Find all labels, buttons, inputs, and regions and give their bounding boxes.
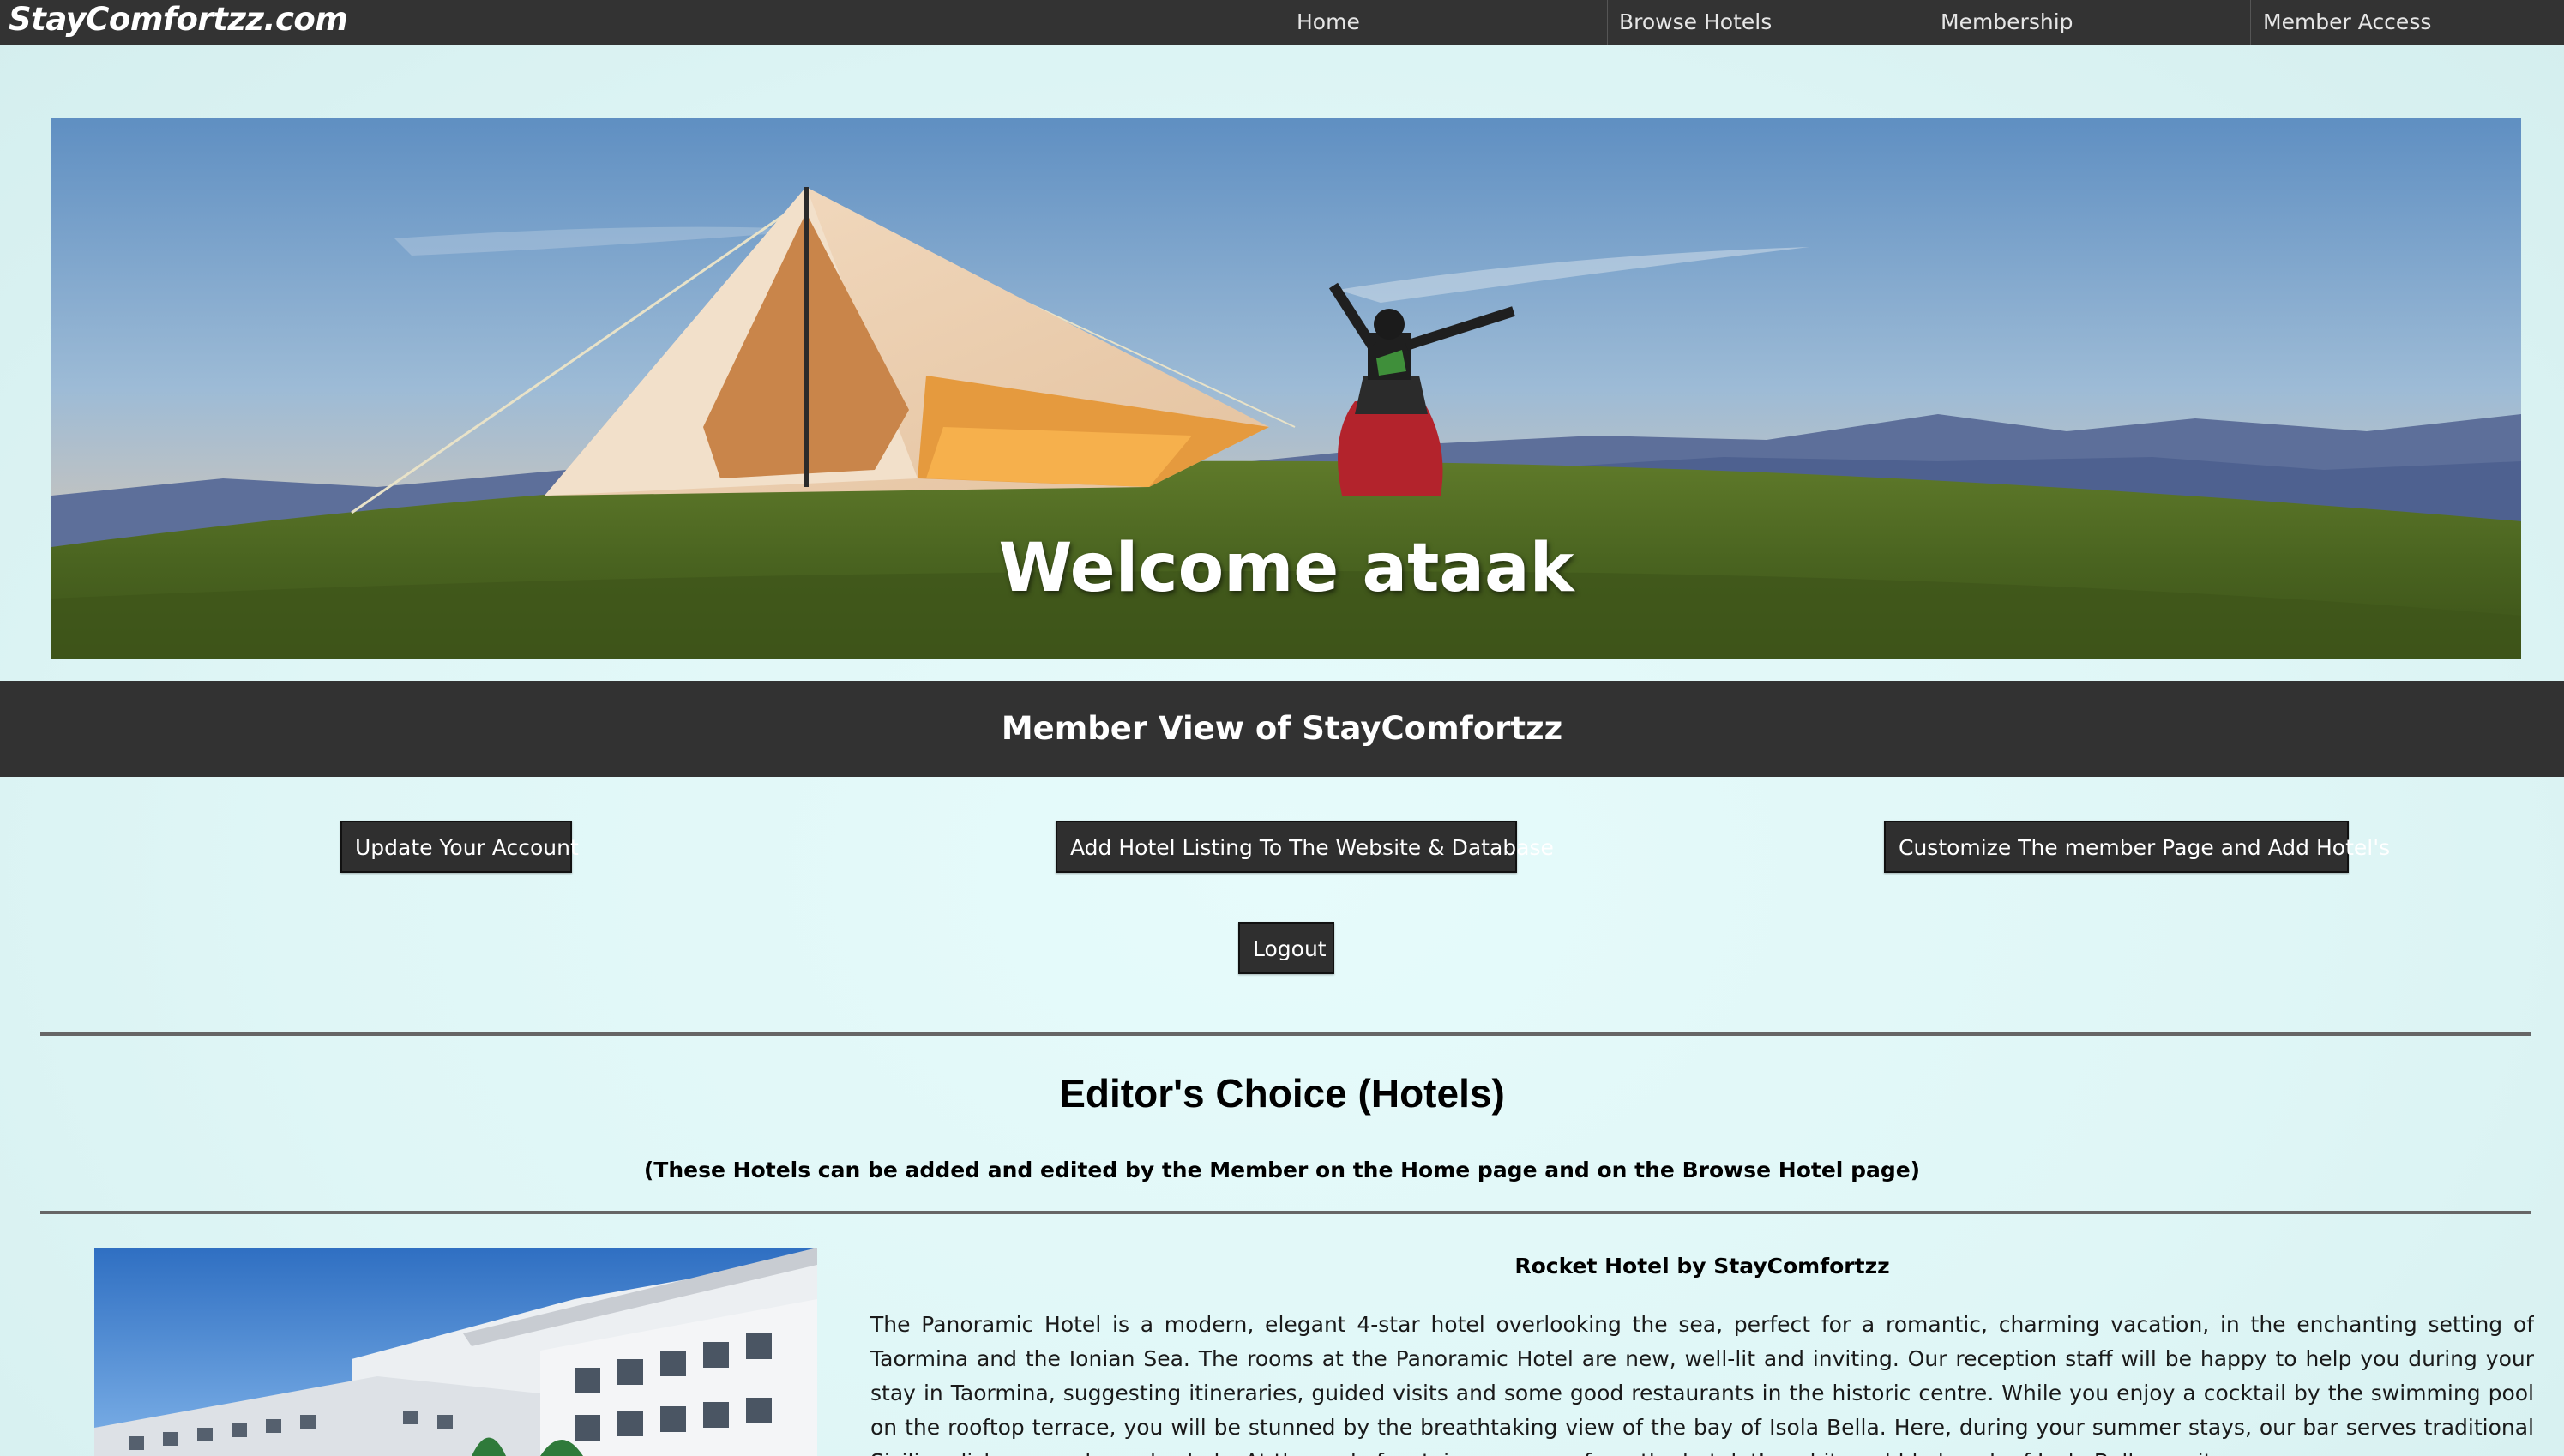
nav-item-member-access[interactable]: Member Access bbox=[2263, 0, 2431, 45]
logout-button[interactable]: Logout bbox=[1238, 922, 1334, 974]
hotel-image bbox=[94, 1248, 817, 1456]
editors-choice-subtitle: (These Hotels can be added and edited by… bbox=[643, 1158, 1921, 1182]
customize-member-page-button[interactable]: Customize The member Page and Add Hotel'… bbox=[1884, 821, 2390, 873]
add-hotel-listing-button[interactable]: Add Hotel Listing To The Website & Datab… bbox=[1056, 821, 1554, 873]
hotel-description: The Panoramic Hotel is a modern, elegant… bbox=[870, 1312, 2534, 1456]
hotel-building-image bbox=[94, 1248, 817, 1456]
editors-choice-title: Editor's Choice (Hotels) bbox=[1059, 1071, 1505, 1116]
member-view-bar: Member View of StayComfortzz bbox=[0, 681, 2564, 777]
update-account-button[interactable]: Update Your Account bbox=[340, 821, 579, 873]
top-navbar: StayComfortzz.com Home Browse Hotels Mem… bbox=[0, 0, 2564, 45]
hero-banner: Welcome ataak bbox=[51, 118, 2521, 659]
divider bbox=[40, 1032, 2531, 1036]
welcome-heading: Welcome ataak bbox=[998, 530, 1574, 607]
nav-item-membership[interactable]: Membership bbox=[1941, 0, 2073, 45]
site-brand-logo[interactable]: StayComfortzz.com bbox=[9, 0, 348, 43]
nav-item-home[interactable]: Home bbox=[1297, 0, 1360, 45]
nav-separator bbox=[2250, 0, 2251, 45]
divider bbox=[40, 1211, 2531, 1214]
nav-item-browse-hotels[interactable]: Browse Hotels bbox=[1619, 0, 1772, 45]
hotel-name: Rocket Hotel by StayComfortzz bbox=[1514, 1254, 1890, 1279]
nav-separator bbox=[1607, 0, 1608, 45]
member-view-title: Member View of StayComfortzz bbox=[1001, 710, 1563, 747]
